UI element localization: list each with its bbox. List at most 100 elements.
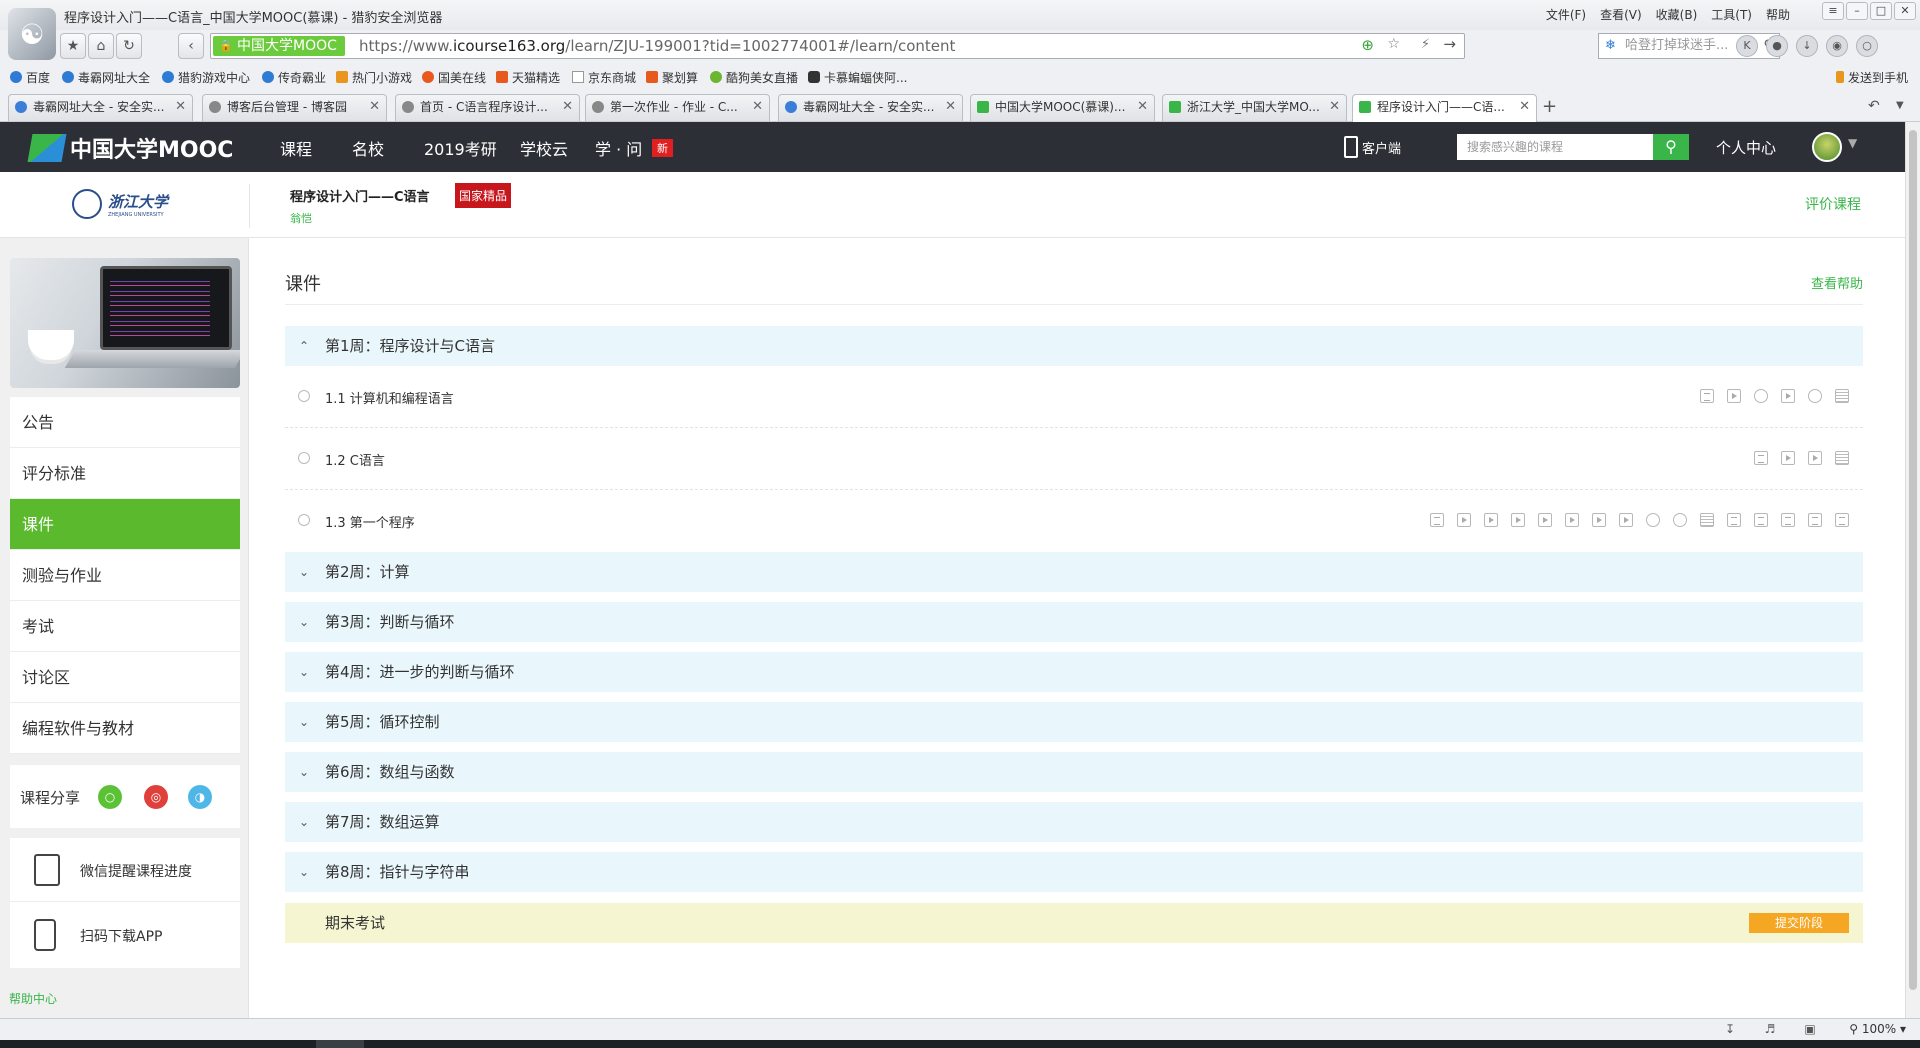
menu-view[interactable]: 查看(V) xyxy=(1600,6,1642,23)
nav-xuewen[interactable]: 学 · 问 xyxy=(595,136,642,160)
video-unit-icon[interactable] xyxy=(1484,513,1498,527)
doc-unit-icon[interactable] xyxy=(1430,513,1444,527)
close-tab-icon[interactable]: ✕ xyxy=(1137,95,1148,119)
video-unit-icon[interactable] xyxy=(1619,513,1633,527)
tab-zju-mooc[interactable]: 浙江大学_中国大学MO... ✕ xyxy=(1162,94,1347,121)
client-download-link[interactable]: 客户端 xyxy=(1343,136,1401,158)
video-unit-icon[interactable] xyxy=(1727,389,1741,403)
favorite-star-button[interactable]: ★ xyxy=(60,33,86,59)
site-identity-badge[interactable]: 中国大学MOOC xyxy=(213,36,345,56)
nav-schools[interactable]: 名校 xyxy=(352,136,384,160)
chat-unit-icon[interactable] xyxy=(1673,513,1687,527)
menu-file[interactable]: 文件(F) xyxy=(1546,6,1586,23)
doc-unit-icon[interactable] xyxy=(1808,513,1822,527)
video-unit-icon[interactable] xyxy=(1592,513,1606,527)
sidebar-item-grading[interactable]: 评分标准 xyxy=(10,448,240,499)
send-to-phone[interactable]: 发送到手机 xyxy=(1836,69,1908,86)
refresh-button[interactable]: ↻ xyxy=(116,33,142,59)
sidebar-item-software[interactable]: 编程软件与教材 xyxy=(10,703,240,754)
close-tab-icon[interactable]: ✕ xyxy=(752,95,763,119)
video-unit-icon[interactable] xyxy=(1538,513,1552,527)
week-5-header[interactable]: ⌄ 第5周：循环控制 xyxy=(285,702,1863,742)
chat-unit-icon[interactable] xyxy=(1754,389,1768,403)
bookmark-hot-games[interactable]: 热门小游戏 xyxy=(336,69,412,86)
video-unit-icon[interactable] xyxy=(1808,451,1822,465)
back-button[interactable]: ‹ xyxy=(178,33,204,59)
week-7-header[interactable]: ⌄ 第7周：数组运算 xyxy=(285,802,1863,842)
sidebar-item-courseware[interactable]: 课件 xyxy=(10,499,240,550)
test-unit-icon[interactable] xyxy=(1835,451,1849,465)
menu-tools[interactable]: 工具(T) xyxy=(1711,6,1752,23)
doc-unit-icon[interactable] xyxy=(1727,513,1741,527)
chat-unit-icon[interactable] xyxy=(1646,513,1660,527)
chevron-down-icon[interactable]: ▼ xyxy=(1848,136,1857,150)
user-menu-icon[interactable]: ○ xyxy=(1856,35,1878,57)
home-button[interactable]: ⌂ xyxy=(88,33,114,59)
sidebar-item-exam[interactable]: 考试 xyxy=(10,601,240,652)
week-4-header[interactable]: ⌄ 第4周：进一步的判断与循环 xyxy=(285,652,1863,692)
doc-unit-icon[interactable] xyxy=(1700,389,1714,403)
tab-c-course-home[interactable]: 首页 - C语言程序设计... ✕ xyxy=(395,94,580,121)
nav-courses[interactable]: 课程 xyxy=(280,136,312,160)
menu-help[interactable]: 帮助 xyxy=(1766,6,1790,23)
tab-blog-admin[interactable]: 博客后台管理 - 博客园 ✕ xyxy=(202,94,387,121)
course-search-input[interactable]: 搜索感兴趣的课程 xyxy=(1457,134,1653,160)
bookmark-tmall[interactable]: 天猫精选 xyxy=(496,69,560,86)
page-scrollbar[interactable] xyxy=(1905,122,1920,1018)
bookmark-baidu[interactable]: 百度 xyxy=(10,69,50,86)
lightning-icon[interactable]: ⚡ xyxy=(1421,37,1430,52)
tab-first-homework[interactable]: 第一次作业 - 作业 - C... ✕ xyxy=(585,94,770,121)
close-tab-icon[interactable]: ✕ xyxy=(1329,95,1340,119)
kingsoft-icon[interactable]: K xyxy=(1736,35,1758,57)
nav-kaoyan[interactable]: 2019考研 xyxy=(424,136,497,160)
scrollbar-thumb[interactable] xyxy=(1909,130,1917,990)
chat-unit-icon[interactable] xyxy=(1808,389,1822,403)
view-help-link[interactable]: 查看帮助 xyxy=(1811,273,1863,292)
close-tab-icon[interactable]: ✕ xyxy=(369,95,380,119)
tab-list-chevron-icon[interactable]: ▼ xyxy=(1896,100,1904,111)
final-exam-row[interactable]: 期末考试 提交阶段 xyxy=(285,903,1863,943)
close-tab-icon[interactable]: ✕ xyxy=(945,95,956,119)
rate-course-link[interactable]: 评价课程 xyxy=(1805,194,1861,214)
menu-favorites[interactable]: 收藏(B) xyxy=(1656,6,1698,23)
maximize-button[interactable]: □ xyxy=(1870,2,1892,20)
bookmark-chuanqi[interactable]: 传奇霸业 xyxy=(262,69,326,86)
bookmark-games[interactable]: 猎豹游戏中心 xyxy=(162,69,250,86)
bookmark-gome[interactable]: 国美在线 xyxy=(422,69,486,86)
avatar[interactable] xyxy=(1812,132,1842,162)
nav-school-cloud[interactable]: 学校云 xyxy=(520,136,568,160)
close-tab-icon[interactable]: ✕ xyxy=(1519,95,1530,119)
download-icon[interactable]: ↧ xyxy=(1722,1022,1738,1036)
plus-icon[interactable]: ⊕ xyxy=(1361,36,1374,54)
close-tab-icon[interactable]: ✕ xyxy=(562,95,573,119)
bookmark-kugou[interactable]: 酷狗美女直播 xyxy=(710,69,798,86)
bookmark-star-icon[interactable]: ☆ xyxy=(1387,36,1400,52)
doc-unit-icon[interactable] xyxy=(1754,513,1768,527)
go-arrow-icon[interactable]: → xyxy=(1443,35,1456,53)
video-unit-icon[interactable] xyxy=(1565,513,1579,527)
video-unit-icon[interactable] xyxy=(1511,513,1525,527)
course-search-button[interactable]: ⚲ xyxy=(1653,134,1689,160)
messages-icon[interactable]: ◉ xyxy=(1826,35,1848,57)
bookmark-batman[interactable]: 卡慕蝙蝠侠阿... xyxy=(808,69,907,86)
doc-unit-icon[interactable] xyxy=(1781,513,1795,527)
week-3-header[interactable]: ⌄ 第3周：判断与循环 xyxy=(285,602,1863,642)
close-tab-icon[interactable]: ✕ xyxy=(175,95,186,119)
video-unit-icon[interactable] xyxy=(1457,513,1471,527)
mooc-logo[interactable]: 中国大学MOOC xyxy=(27,132,233,164)
course-teacher-link[interactable]: 翁恺 xyxy=(290,210,312,226)
sidebar-item-announcements[interactable]: 公告 xyxy=(10,397,240,448)
test-unit-icon[interactable] xyxy=(1700,513,1714,527)
tab-duba-1[interactable]: 毒霸网址大全 - 安全实... ✕ xyxy=(8,94,193,121)
download-app-item[interactable]: 扫码下载APP xyxy=(10,903,240,967)
browser-logo-icon[interactable]: ☯ xyxy=(8,8,56,60)
undo-close-tab-icon[interactable]: ↶ xyxy=(1868,98,1880,114)
wechat-icon[interactable]: ○ xyxy=(98,785,122,809)
address-bar[interactable]: 中国大学MOOC https://www.icourse163.org/lear… xyxy=(210,33,1465,59)
video-unit-icon[interactable] xyxy=(1781,389,1795,403)
week-6-header[interactable]: ⌄ 第6周：数组与函数 xyxy=(285,752,1863,792)
new-tab-plus-icon[interactable]: + xyxy=(1542,96,1557,117)
close-window-button[interactable]: ✕ xyxy=(1894,2,1916,20)
minimize-button[interactable]: – xyxy=(1846,2,1868,20)
search-engine-icon[interactable]: ❄ xyxy=(1605,34,1616,58)
